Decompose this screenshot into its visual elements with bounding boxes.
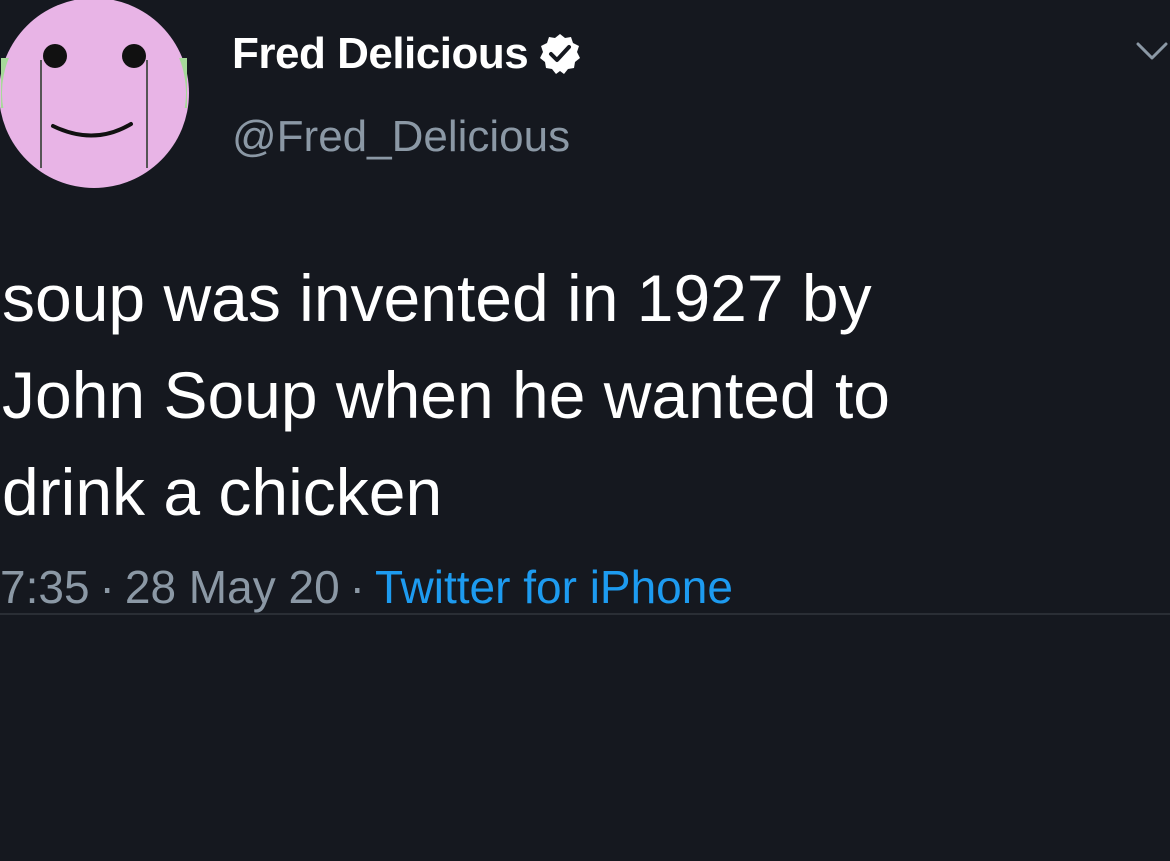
author-handle[interactable]: @Fred_Delicious [232, 112, 570, 162]
tweet-source-link[interactable]: Twitter for iPhone [375, 561, 733, 613]
author-name-row[interactable]: Fred Delicious [232, 26, 582, 82]
display-name[interactable]: Fred Delicious [232, 29, 529, 79]
tweet-meta: 7:35 · 28 May 20 · Twitter for iPhone [0, 558, 733, 616]
tweet-time[interactable]: 7:35 [0, 561, 90, 613]
avatar[interactable] [0, 0, 189, 188]
tweet-card: Fred Delicious @Fred_Delicious soup was … [0, 0, 1170, 614]
tweet-date[interactable]: 28 May 20 [125, 561, 340, 613]
verified-badge-icon [538, 32, 582, 76]
chevron-down-icon[interactable] [1134, 40, 1170, 64]
tweet-text: soup was invented in 1927 by John Soup w… [2, 261, 891, 529]
meta-separator: · [99, 561, 115, 613]
divider [0, 613, 1170, 615]
meta-separator: · [349, 561, 365, 613]
